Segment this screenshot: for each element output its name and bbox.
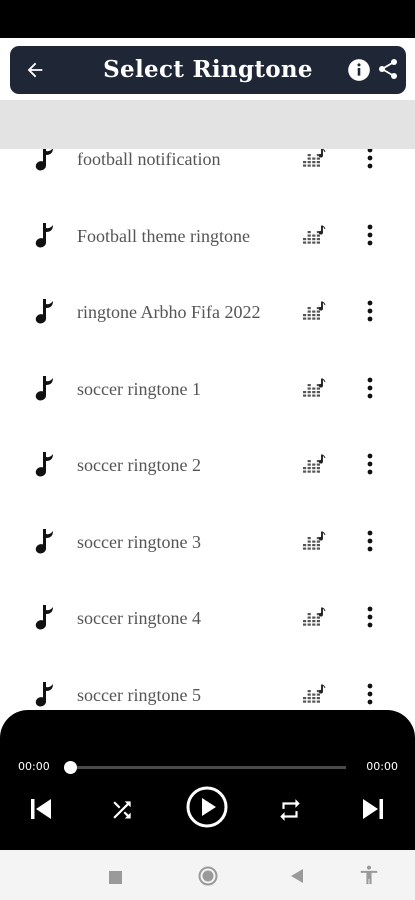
- accessibility-icon: [360, 865, 378, 885]
- music-note-icon-svg: [35, 452, 53, 477]
- seek-thumb[interactable]: [64, 761, 77, 774]
- ringtone-name: soccer ringtone 3: [77, 531, 201, 552]
- ringtone-name: soccer ringtone 5: [77, 684, 201, 705]
- recents-square-icon: [109, 871, 122, 884]
- status-bar: [0, 0, 415, 38]
- home-button[interactable]: [198, 866, 218, 890]
- equalizer-icon: [303, 684, 326, 703]
- current-time: 00:00: [18, 760, 50, 773]
- music-note-icon: [32, 528, 56, 554]
- more-options-button[interactable]: [358, 526, 382, 556]
- info-button[interactable]: [346, 57, 372, 83]
- music-note-icon: [32, 681, 56, 707]
- ringtone-row[interactable]: soccer ringtone 2: [0, 427, 415, 503]
- audio-player: 00:00 00:00: [0, 710, 415, 850]
- equalizer-icon: [303, 607, 326, 626]
- share-icon: [379, 59, 397, 79]
- music-note-icon: [32, 375, 56, 401]
- music-note-icon-svg: [35, 222, 53, 247]
- more-options-button[interactable]: [358, 449, 382, 479]
- next-button[interactable]: [358, 794, 388, 828]
- recents-button[interactable]: [109, 869, 122, 888]
- set-ringtone-button[interactable]: [302, 224, 326, 246]
- equalizer-icon: [303, 454, 326, 473]
- seek-bar[interactable]: [64, 761, 346, 774]
- ringtone-row[interactable]: Football theme ringtone: [0, 198, 415, 274]
- set-ringtone-button[interactable]: [302, 683, 326, 705]
- app-bar: Select Ringtone: [10, 46, 406, 94]
- ad-banner: [0, 100, 415, 149]
- ringtone-name: soccer ringtone 1: [77, 378, 201, 399]
- more-options-button[interactable]: [358, 296, 382, 326]
- shuffle-button[interactable]: [109, 797, 135, 827]
- ringtone-name: soccer ringtone 2: [77, 455, 201, 475]
- ringtone-row[interactable]: soccer ringtone 3: [0, 504, 415, 580]
- more-vertical-icon: [367, 224, 373, 245]
- music-note-icon: [32, 604, 56, 630]
- ringtone-row[interactable]: soccer ringtone 5: [0, 657, 415, 710]
- ringtone-row[interactable]: soccer ringtone 4: [0, 580, 415, 656]
- back-triangle-icon: [291, 869, 303, 883]
- ringtone-name: Football theme ringtone: [77, 225, 250, 246]
- music-note-icon-svg: [35, 375, 53, 400]
- ringtone-row[interactable]: soccer ringtone 1: [0, 351, 415, 427]
- info-icon: [348, 59, 370, 81]
- more-options-button[interactable]: [358, 602, 382, 632]
- repeat-icon: [280, 799, 300, 821]
- set-ringtone-button[interactable]: [302, 606, 326, 628]
- ringtone-row[interactable]: ringtone Arbho Fifa 2022: [0, 274, 415, 350]
- equalizer-icon: [303, 301, 326, 320]
- music-note-icon-svg: [35, 299, 53, 324]
- music-note-icon: [32, 298, 56, 324]
- total-time: 00:00: [366, 760, 398, 773]
- previous-button[interactable]: [26, 794, 56, 828]
- more-vertical-icon: [367, 149, 373, 169]
- set-ringtone-button[interactable]: [302, 149, 326, 169]
- ringtone-list: football notification Football theme ring…: [0, 149, 415, 709]
- music-note-icon-svg: [35, 149, 53, 171]
- repeat-button[interactable]: [277, 797, 303, 827]
- play-icon: [186, 786, 228, 828]
- ringtone-name: soccer ringtone 4: [77, 608, 201, 628]
- set-ringtone-button[interactable]: [302, 300, 326, 322]
- more-vertical-icon: [367, 683, 373, 704]
- more-options-button[interactable]: [358, 220, 382, 250]
- equalizer-icon: [303, 531, 326, 550]
- ringtone-name: football notification: [77, 149, 221, 169]
- home-circle-icon: [198, 866, 218, 886]
- equalizer-icon: [303, 225, 326, 244]
- skip-previous-icon: [31, 799, 51, 819]
- music-note-icon: [32, 222, 56, 248]
- music-note-icon-svg: [35, 528, 53, 553]
- music-note-icon-svg: [35, 681, 53, 706]
- equalizer-icon: [303, 378, 326, 397]
- more-vertical-icon: [367, 300, 373, 322]
- set-ringtone-button[interactable]: [302, 453, 326, 475]
- set-ringtone-button[interactable]: [302, 377, 326, 399]
- more-options-button[interactable]: [358, 149, 382, 173]
- share-button[interactable]: [376, 57, 402, 83]
- shuffle-icon: [113, 801, 131, 819]
- accessibility-button[interactable]: [358, 863, 380, 891]
- music-note-icon: [32, 149, 56, 171]
- more-vertical-icon: [367, 377, 373, 398]
- music-note-icon-svg: [35, 605, 53, 630]
- more-vertical-icon: [367, 453, 373, 475]
- play-button[interactable]: [185, 785, 229, 833]
- system-nav-bar: [0, 850, 415, 900]
- more-options-button[interactable]: [358, 679, 382, 709]
- more-vertical-icon: [367, 530, 373, 551]
- ringtone-name: ringtone Arbho Fifa 2022: [77, 302, 261, 322]
- skip-next-icon: [363, 799, 383, 819]
- equalizer-icon: [303, 149, 326, 167]
- back-nav-button[interactable]: [291, 868, 304, 887]
- set-ringtone-button[interactable]: [302, 530, 326, 552]
- ringtone-row[interactable]: football notification: [0, 149, 415, 197]
- more-options-button[interactable]: [358, 373, 382, 403]
- more-vertical-icon: [367, 606, 373, 628]
- music-note-icon: [32, 451, 56, 477]
